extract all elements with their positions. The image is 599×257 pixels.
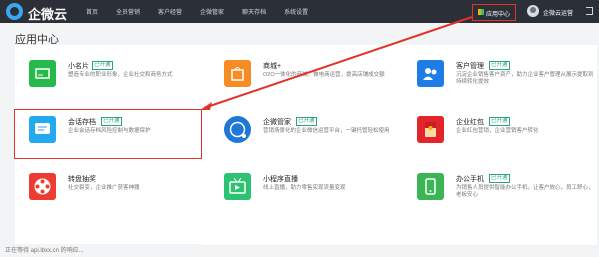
status-badge: 已开通 (296, 117, 317, 126)
card-icon (29, 60, 56, 87)
app-name: 办公手机 (456, 176, 484, 183)
wheel-icon (29, 173, 56, 200)
user-name[interactable]: 企微云运营 (543, 8, 573, 17)
app-card-wecom-butler[interactable]: 企微管家 已开通 营销场景化的企业微信运营平台，一键托管轻松使用 (220, 113, 398, 156)
app-name: 客户管理 (456, 63, 484, 70)
main-nav: 首页 全员营销 客户经营 企微管家 聊天存档 系统设置 (86, 7, 326, 16)
app-center-label: 应用中心 (486, 12, 511, 18)
live-tv-icon (224, 173, 251, 200)
shop-bag-icon (224, 60, 251, 87)
app-name: 企微管家 (263, 119, 291, 126)
nav-settings[interactable]: 系统设置 (284, 7, 308, 16)
app-description: 企业红包营销，企业营销客户转化 (456, 128, 539, 134)
status-badge: 已开通 (489, 61, 510, 70)
chat-archive-highlight-box (14, 109, 202, 159)
app-description: 为销售人员提供智能办公手机，让客户放心，员工舒心，老板安心 (456, 185, 594, 198)
nav-butler[interactable]: 企微管家 (200, 7, 224, 16)
app-card-mini-card[interactable]: 小名片 已开通 塑造专业的职业形象，企业社交和商务方式 (25, 57, 203, 100)
app-name: 商城+ (263, 63, 282, 70)
nav-marketing[interactable]: 全员营销 (116, 7, 140, 16)
app-description: 线上直播，助力零售实现流量变现 (263, 185, 346, 191)
assistant-icon (224, 116, 251, 143)
app-description: 营销场景化的企业微信运营平台，一键托管轻松使用 (263, 128, 390, 134)
app-card-mini-program-live[interactable]: 小程序直播 线上直播，助力零售实现流量变现 (220, 170, 398, 213)
browser-status-bar: 正在等待 api.lbxx.cn 的响应... (3, 244, 202, 255)
app-description: 塑造专业的职业形象，企业社交和商务方式 (68, 72, 173, 78)
app-name: 企业红包 (456, 119, 484, 126)
status-badge: 已开通 (92, 61, 113, 70)
app-name: 小程序直播 (263, 176, 298, 183)
app-description: O2O一体化的商城，做电商运营，提高店铺成交额 (263, 72, 385, 78)
app-description: 沉淀企业销售客户资产，助力企业客户管理从展示提取到持续转化提效 (456, 72, 594, 85)
status-badge: 已开通 (489, 174, 510, 183)
customer-icon (417, 60, 444, 87)
brand-name[interactable]: 企微云 (28, 4, 67, 23)
app-card-lucky-wheel[interactable]: 转盘抽奖 社交裂变，企业推广获客神器 (25, 170, 203, 213)
app-description: 社交裂变，企业推广获客神器 (68, 185, 140, 191)
red-packet-icon (417, 116, 444, 143)
app-center-button[interactable]: 应用中心 (472, 4, 516, 21)
app-card-customer-management[interactable]: 客户管理 已开通 沉淀企业销售客户资产，助力企业客户管理从展示提取到持续转化提效 (413, 57, 594, 100)
app-card-mall[interactable]: 商城+ O2O一体化的商城，做电商运营，提高店铺成交额 (220, 57, 398, 100)
top-navigation-bar: 企微云 首页 全员营销 客户经营 企微管家 聊天存档 系统设置 应用中心 企微云… (0, 0, 599, 23)
apps-grid-icon (478, 9, 484, 15)
status-badge: 已开通 (489, 117, 510, 126)
logo-icon[interactable] (6, 3, 23, 20)
logout-icon[interactable] (586, 7, 593, 15)
nav-chat-archive[interactable]: 聊天存档 (242, 7, 266, 16)
app-card-office-phone[interactable]: 办公手机 已开通 为销售人员提供智能办公手机，让客户放心，员工舒心，老板安心 (413, 170, 594, 213)
nav-customer[interactable]: 客户经营 (158, 7, 182, 16)
avatar[interactable] (527, 5, 539, 17)
app-name: 小名片 (68, 63, 89, 70)
phone-icon (417, 173, 444, 200)
app-card-red-packet[interactable]: 企业红包 已开通 企业红包营销，企业营销客户转化 (413, 113, 591, 156)
nav-home[interactable]: 首页 (86, 7, 98, 16)
app-name: 转盘抽奖 (68, 176, 96, 183)
